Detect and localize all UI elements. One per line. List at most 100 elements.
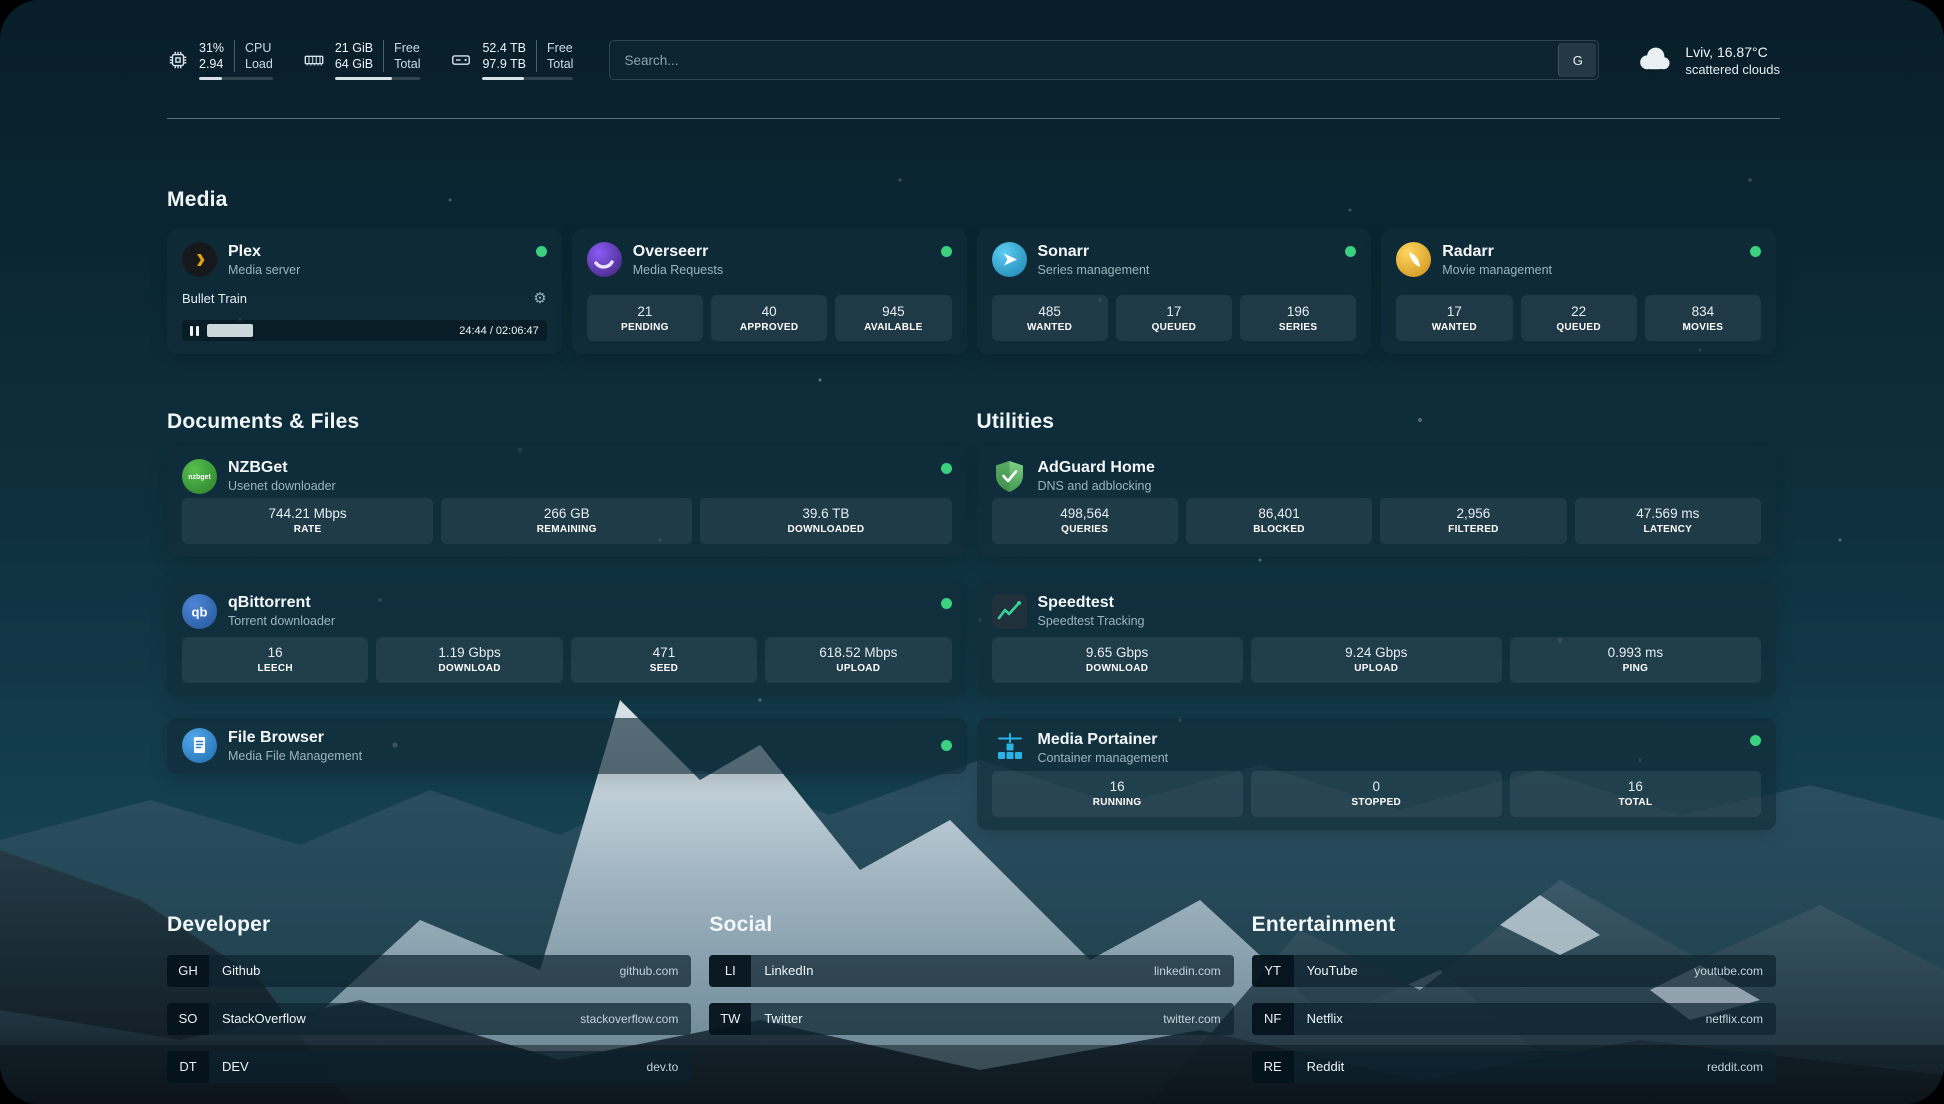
app-description: Media File Management — [228, 749, 362, 763]
stat-downloaded: 39.6 TB DOWNLOADED — [700, 498, 951, 544]
stat-running: 16 RUNNING — [992, 771, 1243, 817]
cloud-icon — [1635, 44, 1673, 77]
app-description: Media server — [228, 263, 300, 277]
memory-total: 64 GiB — [335, 56, 373, 72]
status-online-dot — [941, 463, 952, 474]
stat-available: 945 AVAILABLE — [835, 295, 951, 341]
app-name: Radarr — [1442, 243, 1552, 261]
stat-latency: 47.569 ms LATENCY — [1575, 498, 1761, 544]
divider — [234, 40, 235, 73]
dashboard: 31% 2.94 CPU Load — [0, 0, 1944, 1104]
disk-total: 97.9 TB — [482, 56, 526, 72]
app-name: NZBGet — [228, 459, 336, 477]
section-title-media: Media — [167, 188, 1776, 212]
app-name: AdGuard Home — [1038, 459, 1155, 477]
bookmark-github[interactable]: GH Github github.com — [167, 955, 691, 987]
playback-time: 24:44 / 02:06:47 — [459, 325, 539, 337]
bookmark-dev[interactable]: DT DEV dev.to — [167, 1051, 691, 1083]
app-name: qBittorrent — [228, 594, 335, 612]
stat-queries: 498,564 QUERIES — [992, 498, 1178, 544]
stat-ping: 0.993 ms PING — [1510, 637, 1761, 683]
app-card-speedtest[interactable]: Speedtest Speedtest Tracking 9.65 Gbps D… — [977, 581, 1777, 696]
stat-filtered: 2,956 FILTERED — [1380, 498, 1566, 544]
disk-usage-bar — [482, 77, 573, 80]
app-card-radarr[interactable]: Radarr Movie management 17 WANTED 22 QUE… — [1381, 229, 1776, 354]
cpu-widget: 31% 2.94 CPU Load — [167, 40, 273, 81]
app-card-nzbget[interactable]: nzbget NZBGet Usenet downloader 74 — [167, 446, 967, 557]
cpu-label-bottom: Load — [245, 56, 273, 72]
stat-wanted: 17 WANTED — [1396, 295, 1512, 341]
app-name: Overseerr — [633, 243, 723, 261]
stat-leech: 16 LEECH — [182, 637, 368, 683]
settings-gear-icon[interactable]: ⚙ — [533, 291, 546, 306]
app-card-sonarr[interactable]: Sonarr Series management 485 WANTED 17 Q… — [977, 229, 1372, 354]
app-name: Media Portainer — [1038, 731, 1169, 749]
cpu-load: 2.94 — [199, 56, 224, 72]
app-description: Torrent downloader — [228, 614, 335, 628]
bookmark-reddit[interactable]: RE Reddit reddit.com — [1252, 1051, 1776, 1083]
divider — [383, 40, 384, 73]
cpu-percent: 31% — [199, 40, 224, 56]
app-description: DNS and adblocking — [1038, 479, 1155, 493]
search-engine-button[interactable]: G — [1558, 43, 1596, 77]
now-playing-title: Bullet Train — [182, 291, 247, 306]
app-card-filebrowser[interactable]: File Browser Media File Management — [167, 718, 967, 774]
bookmark-netflix[interactable]: NF Netflix netflix.com — [1252, 1003, 1776, 1035]
app-description: Usenet downloader — [228, 479, 336, 493]
app-card-plex[interactable]: Plex Media server Bullet Train ⚙ — [167, 229, 562, 354]
stat-upload: 9.24 Gbps UPLOAD — [1251, 637, 1502, 683]
divider — [536, 40, 537, 73]
stat-rate: 744.21 Mbps RATE — [182, 498, 433, 544]
disk-icon — [450, 49, 472, 71]
app-name: Plex — [228, 243, 300, 261]
search-input[interactable] — [610, 41, 1556, 79]
app-name: File Browser — [228, 729, 362, 747]
app-card-overseerr[interactable]: Overseerr Media Requests 21 PENDING 40 A… — [572, 229, 967, 354]
memory-widget: 21 GiB 64 GiB Free Total — [303, 40, 421, 81]
pause-icon[interactable] — [190, 326, 199, 336]
playback-progress-bar[interactable]: 24:44 / 02:06:47 — [182, 320, 547, 341]
search-bar: G — [609, 40, 1599, 80]
plex-icon — [182, 242, 217, 277]
system-widgets: 31% 2.94 CPU Load — [167, 40, 573, 81]
disk-label-top: Free — [547, 40, 573, 56]
memory-label-top: Free — [394, 40, 420, 56]
status-online-dot — [941, 740, 952, 751]
cpu-usage-bar — [199, 77, 273, 80]
cpu-label-top: CPU — [245, 40, 273, 56]
disk-free: 52.4 TB — [482, 40, 526, 56]
utilities-section: Utilities — [977, 392, 1777, 829]
bookmarks-section: Developer GH Github github.com SO StackO… — [167, 896, 1776, 1083]
stat-queued: 17 QUEUED — [1116, 295, 1232, 341]
media-section: Plex Media server Bullet Train ⚙ — [167, 229, 1776, 354]
bookmarks-developer: Developer GH Github github.com SO StackO… — [167, 896, 691, 1083]
app-card-portainer[interactable]: Media Portainer Container management 16 … — [977, 718, 1777, 830]
bookmark-linkedin[interactable]: LI LinkedIn linkedin.com — [709, 955, 1233, 987]
stat-wanted: 485 WANTED — [992, 295, 1108, 341]
stat-queued: 22 QUEUED — [1521, 295, 1637, 341]
section-title-social: Social — [709, 913, 1233, 937]
app-name: Sonarr — [1038, 243, 1150, 261]
app-description: Movie management — [1442, 263, 1552, 277]
bookmark-youtube[interactable]: YT YouTube youtube.com — [1252, 955, 1776, 987]
portainer-icon — [992, 731, 1027, 766]
app-description: Media Requests — [633, 263, 723, 277]
section-title-developer: Developer — [167, 913, 691, 937]
overseerr-icon — [587, 242, 622, 277]
documents-files-section: Documents & Files nzbget — [167, 392, 967, 829]
svg-text:qb: qb — [192, 604, 208, 619]
bookmark-stackoverflow[interactable]: SO StackOverflow stackoverflow.com — [167, 1003, 691, 1035]
stat-blocked: 86,401 BLOCKED — [1186, 498, 1372, 544]
app-card-adguard[interactable]: AdGuard Home DNS and adblocking 498,564 … — [977, 446, 1777, 557]
filebrowser-icon — [182, 728, 217, 763]
app-card-qbittorrent[interactable]: qb qBittorrent Torrent downloader — [167, 581, 967, 696]
section-title-utilities: Utilities — [977, 410, 1777, 434]
stat-movies: 834 MOVIES — [1645, 295, 1761, 341]
bookmark-twitter[interactable]: TW Twitter twitter.com — [709, 1003, 1233, 1035]
top-bar: 31% 2.94 CPU Load — [167, 34, 1780, 86]
stat-seed: 471 SEED — [571, 637, 757, 683]
disk-label-bottom: Total — [547, 56, 573, 72]
bookmarks-social: Social LI LinkedIn linkedin.com TW Twitt… — [709, 896, 1233, 1083]
stat-upload: 618.52 Mbps UPLOAD — [765, 637, 951, 683]
memory-icon — [303, 49, 325, 71]
